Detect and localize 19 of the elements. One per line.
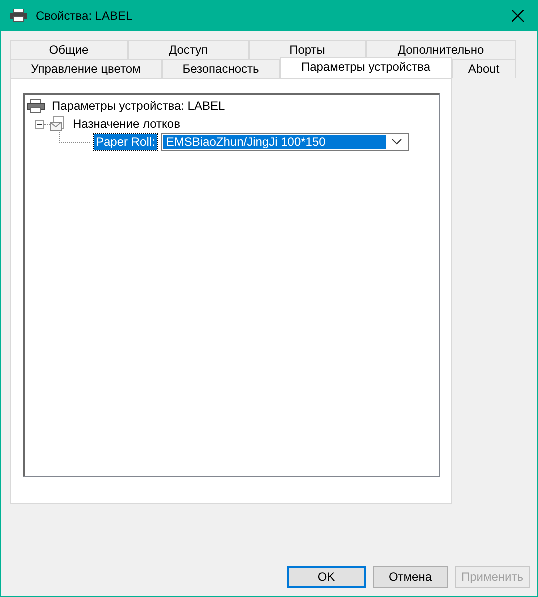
tree-item[interactable]: Paper Roll:	[94, 134, 158, 150]
dropdown[interactable]: EMSBiaoZhun/JingJi 100*150	[161, 133, 410, 151]
close-icon[interactable]	[512, 10, 524, 22]
tree-item[interactable]: Назначение лотков	[71, 116, 182, 132]
printer-icon	[27, 99, 45, 113]
tab[interactable]: Доступ	[128, 40, 249, 59]
printer-icon	[10, 8, 28, 22]
tab[interactable]: Общие	[10, 40, 128, 59]
tab[interactable]: About	[452, 59, 516, 78]
window-title: Свойства: LABEL	[36, 8, 134, 22]
tab[interactable]: Параметры устройства	[280, 57, 452, 78]
tab[interactable]: Дополнительно	[366, 40, 516, 59]
dialog-button[interactable]: OK	[287, 566, 366, 588]
tree-item[interactable]: Параметры устройства: LABEL	[50, 98, 228, 114]
dialog-button[interactable]: Отмена	[373, 566, 448, 588]
collapse-icon[interactable]	[35, 120, 44, 128]
tab[interactable]: Безопасность	[162, 59, 280, 78]
tab[interactable]: Управление цветом	[10, 59, 162, 78]
tab[interactable]: Порты	[249, 40, 366, 59]
